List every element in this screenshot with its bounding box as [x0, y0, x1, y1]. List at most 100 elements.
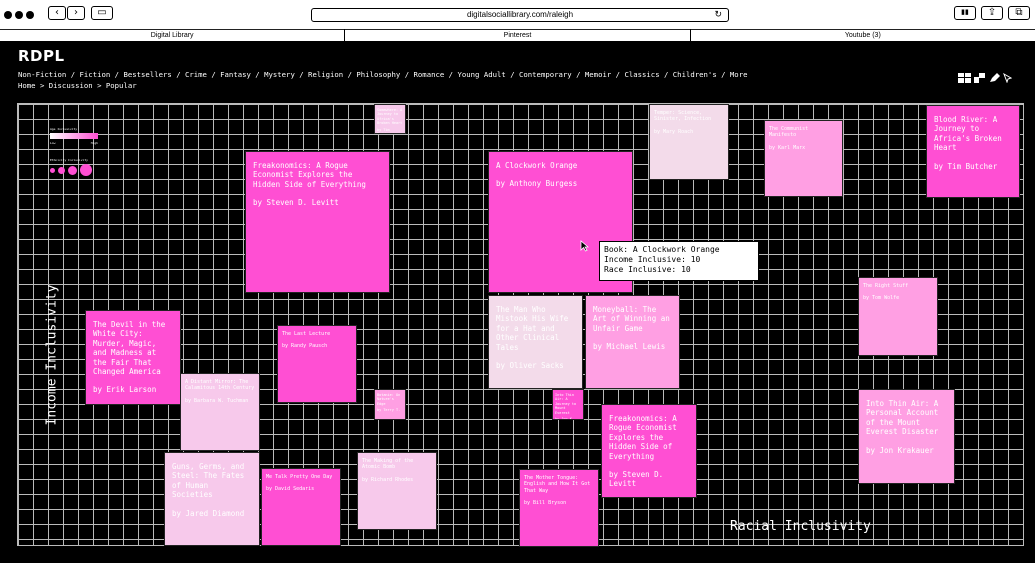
- book-card[interactable]: The Mother Tongue: English and How It Go…: [519, 469, 599, 547]
- site-logo[interactable]: RDPL: [18, 47, 65, 65]
- book-card[interactable]: Botanie: On Nature's Edge by Terry T.: [374, 389, 406, 420]
- book-author: by Jon K.: [555, 416, 574, 420]
- genre-link[interactable]: Crime: [185, 70, 207, 79]
- mouse-pointer-icon: [580, 240, 589, 252]
- minimize-window-dot[interactable]: [15, 11, 23, 19]
- book-author: by Jared Diamond: [172, 508, 245, 518]
- genre-link[interactable]: More: [730, 70, 748, 79]
- book-author: by Erik Larson: [93, 385, 157, 395]
- genre-link[interactable]: Religion: [308, 70, 343, 79]
- book-card[interactable]: The Man Who Mistook His Wife for a Hat a…: [488, 295, 583, 389]
- book-card[interactable]: Temper: Science, Sinister, Infection by M…: [649, 104, 729, 180]
- genre-link[interactable]: Children's: [673, 70, 717, 79]
- book-card[interactable]: Freakonomics: A Rogue Economist Explores…: [601, 404, 697, 498]
- book-title: Temper: Science, Sinister, Infection: [654, 110, 712, 123]
- book-card[interactable]: Me Talk Pretty One Day by David Sedaris: [261, 468, 341, 546]
- legend-age-title: Age Inclusivity: [50, 127, 78, 131]
- tabs-overview-button[interactable]: ⧉: [1008, 6, 1030, 20]
- book-tooltip: Book: A Clockwork Orange Income Inclusiv…: [599, 241, 759, 281]
- back-icon: ‹: [55, 7, 59, 18]
- book-card[interactable]: Into Thin Air: A Journey to Mount Everes…: [552, 389, 584, 420]
- genre-separator: /: [206, 70, 221, 79]
- view-tools: [958, 73, 1012, 83]
- genre-link[interactable]: Non-Fiction: [18, 70, 66, 79]
- ethnic-size-scale: [50, 164, 98, 176]
- book-author: by Michael Lewis: [593, 342, 666, 352]
- book-card[interactable]: The Last Lecture by Randy Pausch: [277, 325, 357, 403]
- book-card[interactable]: Into Thin Air: A Personal Account of the…: [858, 389, 955, 484]
- genre-separator: /: [294, 70, 309, 79]
- tab-youtube[interactable]: Youtube (3): [690, 29, 1035, 42]
- genre-separator: /: [716, 70, 730, 79]
- tab-digital-library[interactable]: Digital Library: [0, 29, 346, 42]
- back-button[interactable]: ‹: [48, 6, 66, 20]
- close-window-dot[interactable]: [4, 11, 12, 19]
- x-axis-label: Racial Inclusivity: [730, 519, 871, 534]
- genre-link[interactable]: Classics: [624, 70, 659, 79]
- genre-link[interactable]: Fantasy: [220, 70, 251, 79]
- window-controls[interactable]: [4, 11, 34, 19]
- genre-separator: /: [171, 70, 185, 79]
- address-bar[interactable]: digitalsociallibrary.com/raleigh ↻: [311, 8, 729, 22]
- book-author: by Tim Butcher: [377, 127, 392, 134]
- reader-button[interactable]: ▮▮: [954, 6, 976, 20]
- book-title: Into Thin Air: A Personal Account of the…: [866, 399, 939, 437]
- book-author: by Steven D. Levitt: [609, 469, 664, 489]
- genre-link[interactable]: Fiction: [80, 70, 111, 79]
- genre-link[interactable]: Memoir: [585, 70, 611, 79]
- book-card[interactable]: Blood River: A Journey to Africa's Broke…: [926, 105, 1020, 198]
- book-title: The Communist Manifesto: [769, 126, 809, 139]
- book-card[interactable]: The Devil in the White City: Murder, Mag…: [85, 310, 181, 405]
- tab-pinterest[interactable]: Pinterest: [345, 29, 691, 42]
- cursor-icon[interactable]: [1003, 73, 1012, 83]
- genre-link[interactable]: Mystery: [264, 70, 295, 79]
- book-author: by Randy Pausch: [282, 343, 328, 350]
- tooltip-book: Book: A Clockwork Orange: [604, 245, 720, 254]
- legend-age-high: High: [90, 141, 98, 145]
- pencil-icon[interactable]: [989, 73, 1000, 83]
- genre-separator: /: [659, 70, 673, 79]
- genre-separator: /: [611, 70, 625, 79]
- share-button[interactable]: ⇪: [981, 6, 1003, 20]
- book-title: The Mother Tongue: English and How It Go…: [524, 475, 591, 494]
- url-text: digitalsociallibrary.com/raleigh: [466, 10, 574, 19]
- book-author: by Karl Marx: [769, 144, 806, 151]
- book-card[interactable]: The Communist Manifesto by Karl Marx: [764, 120, 843, 197]
- genre-link[interactable]: Philosophy: [356, 70, 400, 79]
- legend-ethnic-title: Ethnicity Inclusivity: [50, 158, 88, 162]
- genre-separator: /: [110, 70, 124, 79]
- legend-age-low: Low: [50, 141, 56, 145]
- book-card[interactable]: A Distant Mirror: The Calamitous 14th Ce…: [180, 373, 260, 451]
- grid-view-icon[interactable]: [958, 73, 971, 83]
- book-card[interactable]: Somewhere: A Journey to Africa's Broken …: [374, 104, 406, 134]
- reload-icon[interactable]: ↻: [714, 9, 722, 20]
- book-author: by David Sedaris: [266, 486, 315, 493]
- genre-nav: Non-Fiction / Fiction / Bestsellers / Cr…: [18, 70, 747, 79]
- genre-link[interactable]: Romance: [414, 70, 445, 79]
- book-title: The Right Stuff: [863, 283, 909, 289]
- book-card[interactable]: Freakonomics: A Rogue Economist Explores…: [245, 151, 390, 293]
- book-title: Somewhere: A Journey to Africa's Broken …: [377, 108, 403, 126]
- book-card[interactable]: Moneyball: The Art of Winning an Unfair …: [585, 295, 680, 389]
- genre-separator: /: [444, 70, 458, 79]
- book-title: Freakonomics: A Rogue Economist Explores…: [609, 414, 677, 461]
- genre-link[interactable]: Young Adult: [457, 70, 505, 79]
- book-card[interactable]: Guns, Germs, and Steel: The Fates of Hum…: [164, 452, 260, 546]
- book-card[interactable]: The Making of the Atomic Bomb by Richard …: [357, 452, 437, 530]
- genre-separator: /: [343, 70, 357, 79]
- genre-link[interactable]: Contemporary: [519, 70, 572, 79]
- genre-separator: /: [250, 70, 265, 79]
- genre-link[interactable]: Bestsellers: [123, 70, 171, 79]
- book-author: by Steven D. Levitt: [253, 198, 339, 208]
- book-author: by Tom Wolfe: [863, 295, 900, 302]
- forward-button[interactable]: ›: [67, 6, 85, 20]
- book-title: The Man Who Mistook His Wife for a Hat a…: [496, 305, 569, 352]
- share-icon: ⇪: [987, 7, 997, 18]
- book-title: Me Talk Pretty One Day: [266, 474, 333, 480]
- zoom-window-dot[interactable]: [26, 11, 34, 19]
- book-author: by Bill Bryson: [524, 499, 567, 506]
- scatter-view-icon[interactable]: [974, 73, 986, 83]
- sidebar-button[interactable]: ▭: [91, 6, 113, 20]
- age-gradient-bar: [50, 133, 98, 139]
- book-card[interactable]: The Right Stuff by Tom Wolfe: [858, 277, 938, 356]
